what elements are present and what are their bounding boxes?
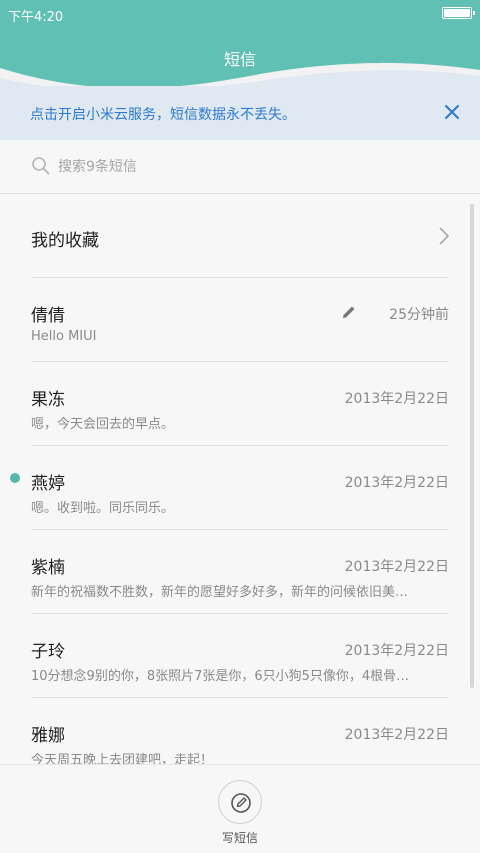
divider xyxy=(31,361,449,362)
divider xyxy=(31,445,449,446)
divider xyxy=(31,613,449,614)
divider xyxy=(31,277,449,278)
bottom-bar: 写短信 xyxy=(0,764,480,853)
cloud-service-banner[interactable]: 点击开启小米云服务，短信数据永不丢失。 xyxy=(0,86,480,140)
contact-name: 雅娜 xyxy=(31,726,65,746)
message-preview: 新年的祝福数不胜数，新年的愿望好多好多，新年的问候依旧美… xyxy=(31,585,409,600)
contact-name: 紫楠 xyxy=(31,558,65,578)
compose-button[interactable] xyxy=(218,780,262,824)
message-preview: 今天周五晚上去团建吧，走起！ xyxy=(31,753,214,764)
unread-indicator xyxy=(10,473,20,483)
conversation-item[interactable]: 燕婷 2013年2月22日 嗯。收到啦。同乐同乐。 xyxy=(0,445,480,529)
search-bar[interactable] xyxy=(0,140,480,194)
status-bar: 下午4:20 xyxy=(0,0,480,26)
banner-text[interactable]: 点击开启小米云服务，短信数据永不丢失。 xyxy=(30,104,296,124)
contact-name: 果冻 xyxy=(31,390,65,410)
compose-icon xyxy=(231,793,251,813)
scrollbar[interactable] xyxy=(470,204,474,688)
status-time: 下午4:20 xyxy=(8,10,64,25)
divider xyxy=(31,697,449,698)
close-icon[interactable] xyxy=(438,98,466,126)
contact-name: 燕婷 xyxy=(31,474,65,494)
contact-name: 倩倩 xyxy=(31,306,65,326)
message-date: 2013年2月22日 xyxy=(344,559,449,575)
search-input[interactable] xyxy=(58,156,438,178)
message-preview: 10分想念9别的你，8张照片7张是你，6只小狗5只像你，4根骨… xyxy=(31,669,410,684)
divider xyxy=(31,529,449,530)
compose-label: 写短信 xyxy=(221,831,258,845)
conversation-item[interactable]: 雅娜 2013年2月22日 今天周五晚上去团建吧，走起！ xyxy=(0,697,480,764)
battery-icon xyxy=(442,7,475,19)
favorites-label: 我的收藏 xyxy=(31,231,99,251)
app-header: 下午4:20 短信 xyxy=(0,0,480,92)
conversation-item[interactable]: 子玲 2013年2月22日 10分想念9别的你，8张照片7张是你，6只小狗5只像… xyxy=(0,613,480,697)
message-preview: Hello MIUI xyxy=(31,329,97,344)
conversation-list[interactable]: 我的收藏 倩倩 25分钟前 Hello MIUI 果冻 2013年2月22日 嗯… xyxy=(0,194,480,764)
message-date: 2013年2月22日 xyxy=(344,727,449,743)
message-preview: 嗯。收到啦。同乐同乐。 xyxy=(31,501,175,516)
message-date: 2013年2月22日 xyxy=(344,475,449,491)
contact-name: 子玲 xyxy=(31,642,65,662)
message-date: 25分钟前 xyxy=(389,307,449,323)
favorites-row[interactable]: 我的收藏 xyxy=(0,194,480,277)
chevron-right-icon xyxy=(439,227,450,245)
message-date: 2013年2月22日 xyxy=(344,391,449,407)
conversation-item[interactable]: 果冻 2013年2月22日 嗯，今天会回去的早点。 xyxy=(0,361,480,445)
message-date: 2013年2月22日 xyxy=(344,643,449,659)
conversation-item[interactable]: 紫楠 2013年2月22日 新年的祝福数不胜数，新年的愿望好多好多，新年的问候依… xyxy=(0,529,480,613)
page-title: 短信 xyxy=(223,50,256,69)
pencil-icon xyxy=(343,306,355,318)
search-icon xyxy=(32,157,50,175)
conversation-item[interactable]: 倩倩 25分钟前 Hello MIUI xyxy=(0,277,480,361)
message-preview: 嗯，今天会回去的早点。 xyxy=(31,417,175,432)
